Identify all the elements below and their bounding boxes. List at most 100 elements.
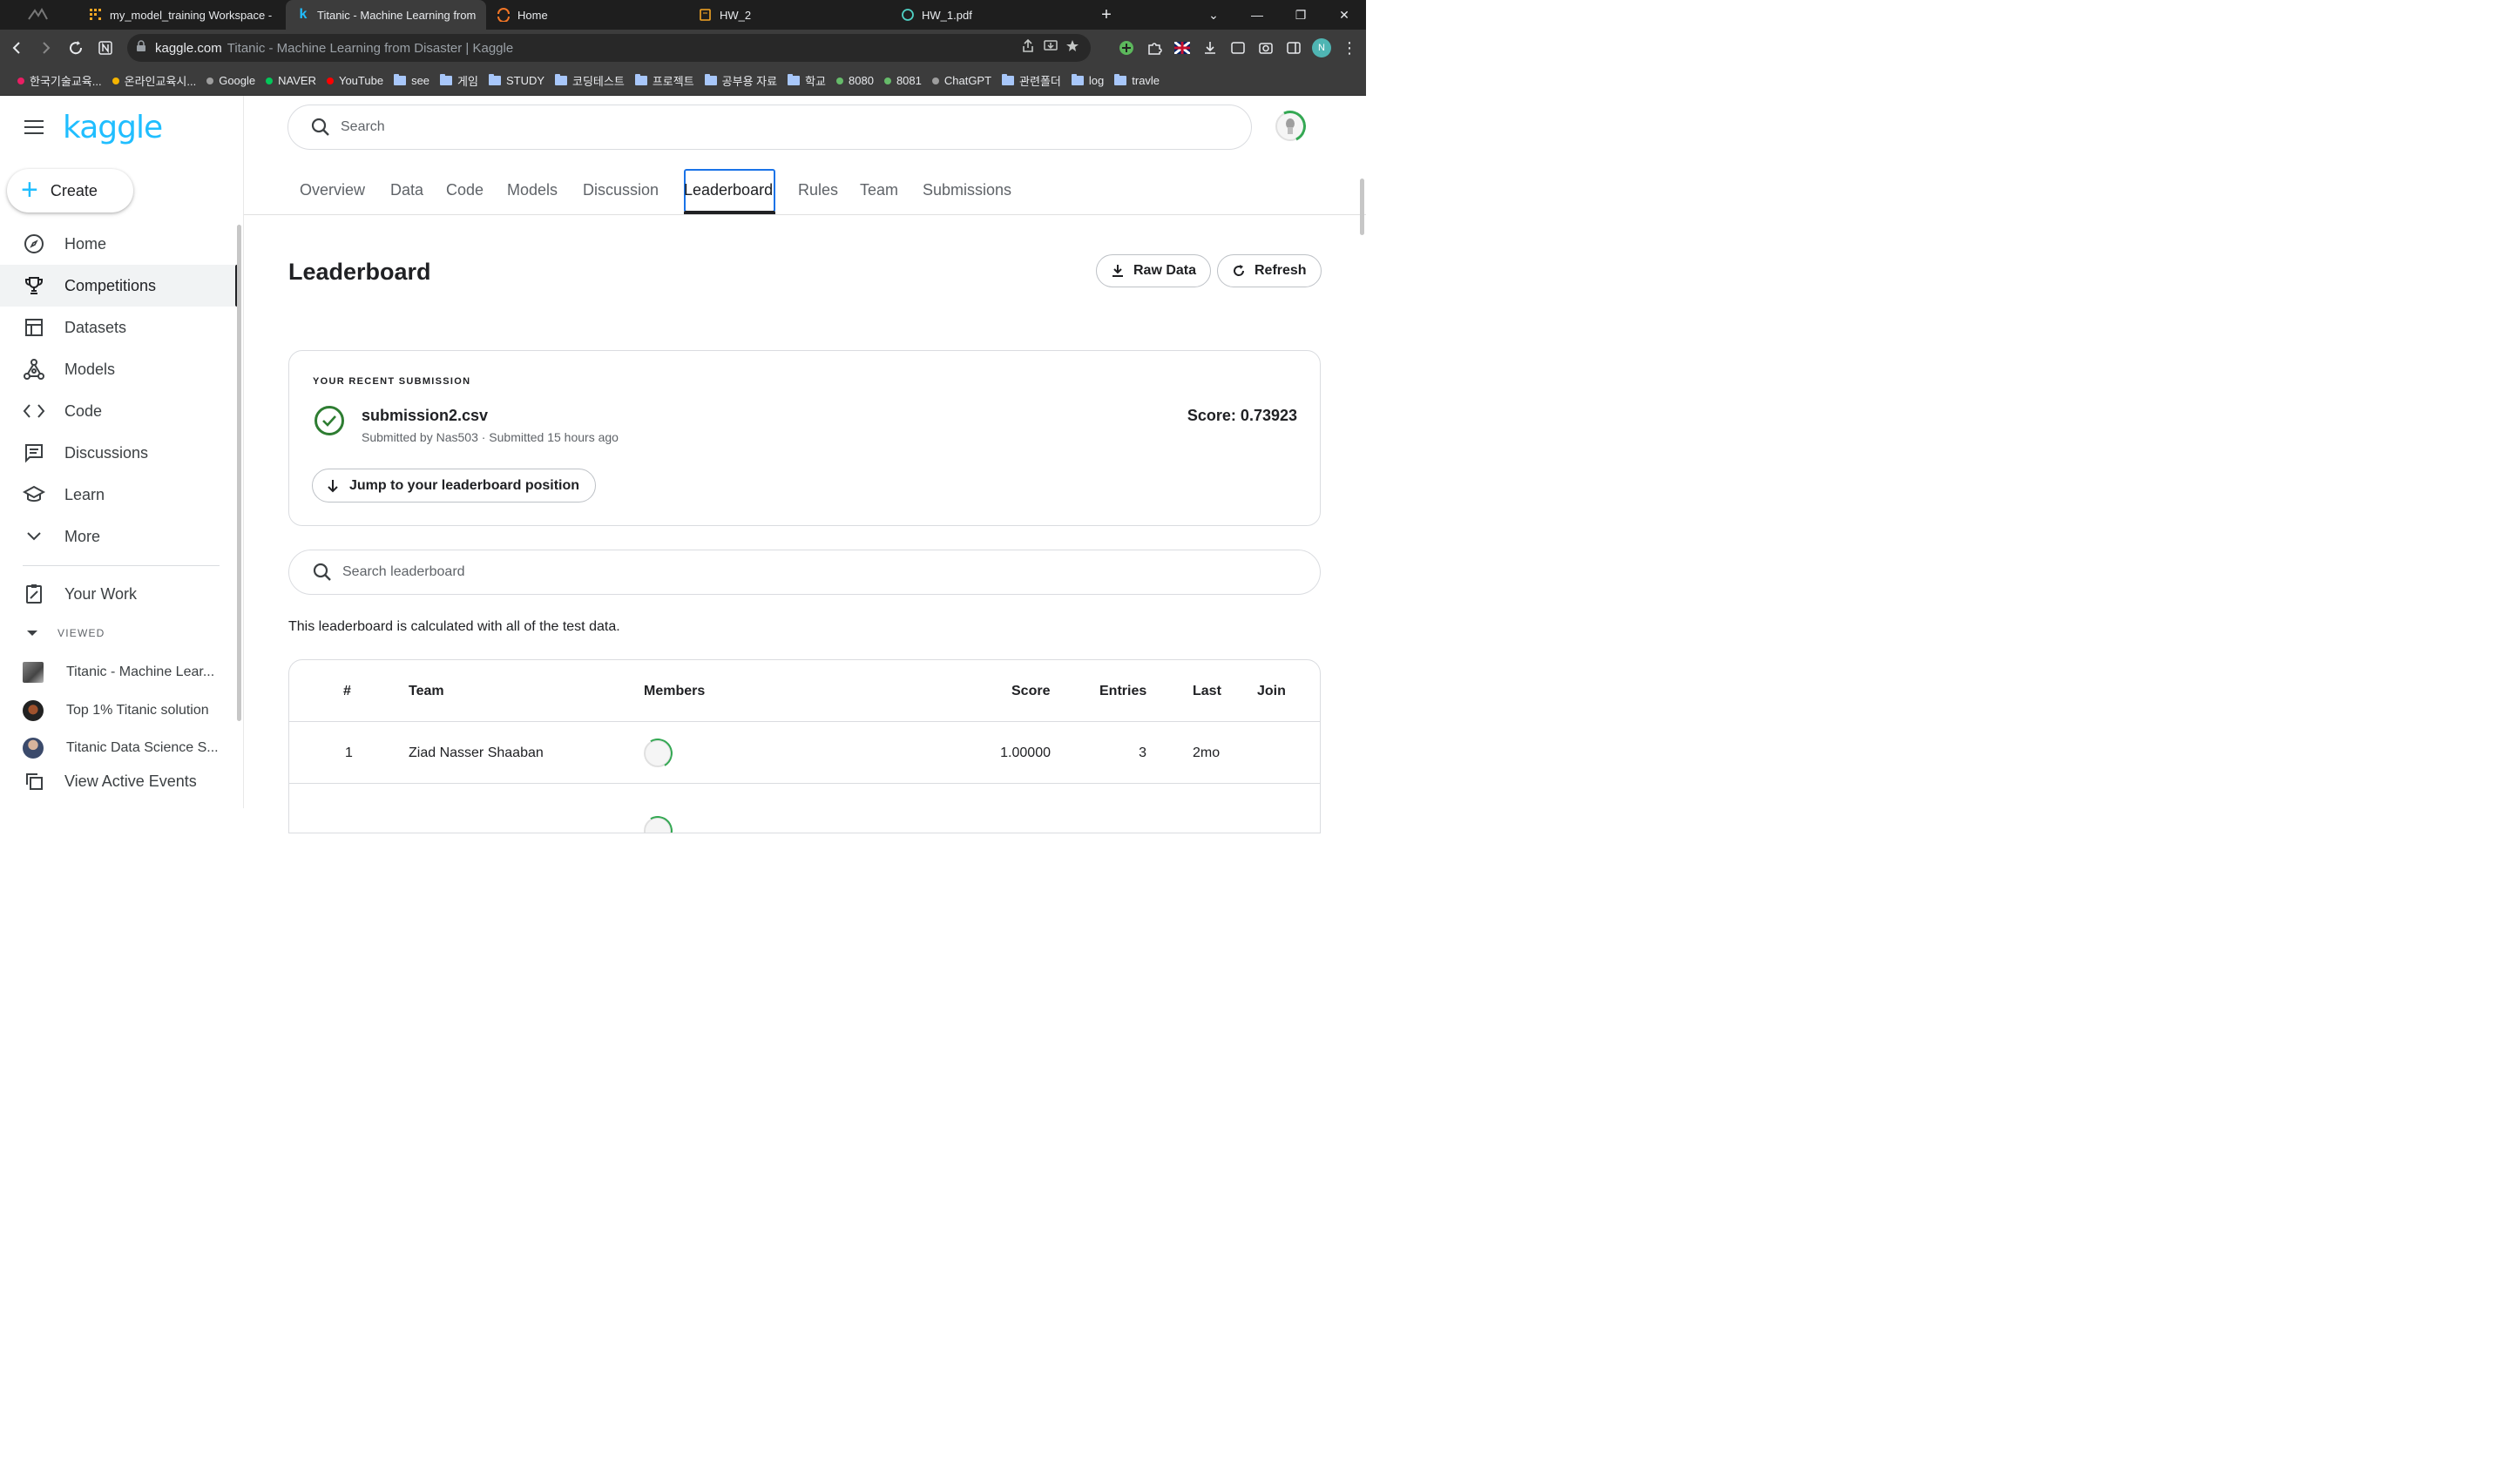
bookmark-item[interactable]: NAVER: [266, 74, 316, 87]
sidebar-scrollbar[interactable]: [237, 225, 241, 721]
tab-data[interactable]: Data: [390, 181, 423, 199]
sidebar-item-home[interactable]: Home: [0, 223, 239, 265]
bookmark-star-icon[interactable]: [1066, 39, 1082, 57]
site-search-input[interactable]: Search: [287, 105, 1252, 150]
sidebar-item-discussions[interactable]: Discussions: [0, 432, 239, 474]
tab-rules[interactable]: Rules: [798, 181, 838, 199]
header-last[interactable]: Last: [1193, 660, 1221, 722]
profile-avatar[interactable]: N: [1310, 37, 1333, 59]
header-entries[interactable]: Entries: [1099, 660, 1146, 722]
bookmark-item[interactable]: 한국기술교육...: [17, 72, 102, 89]
viewed-item-top1[interactable]: Top 1% Titanic solution: [23, 698, 240, 724]
bookmark-item[interactable]: travle: [1114, 74, 1160, 87]
screenshot-icon[interactable]: [1254, 37, 1277, 59]
share-icon[interactable]: [1021, 38, 1035, 57]
member-avatar[interactable]: [644, 816, 672, 833]
bookmark-item[interactable]: see: [394, 74, 429, 87]
green-plus-extension-icon[interactable]: [1115, 37, 1138, 59]
bookmark-item[interactable]: 관련폴더: [1002, 72, 1061, 89]
tab-discussion[interactable]: Discussion: [583, 181, 659, 199]
site-info-icon[interactable]: [136, 39, 146, 57]
hamburger-menu-icon[interactable]: [24, 120, 44, 134]
table-row[interactable]: 1 Ziad Nasser Shaaban 1.00000 3 2mo: [289, 722, 1320, 784]
notion-icon[interactable]: [91, 33, 120, 63]
close-window-icon[interactable]: ✕: [1322, 0, 1366, 30]
tab-titanic[interactable]: k Titanic - Machine Learning from: [286, 0, 486, 30]
member-avatar[interactable]: [644, 739, 672, 767]
bookmark-item[interactable]: log: [1071, 74, 1105, 87]
new-tab-button[interactable]: +: [1092, 5, 1120, 25]
tab-leaderboard[interactable]: Leaderboard: [684, 181, 773, 199]
viewed-section-header[interactable]: VIEWED: [26, 627, 105, 639]
install-icon[interactable]: [1044, 39, 1058, 57]
sidebar-item-models[interactable]: Models: [0, 348, 239, 390]
tab-hw1-pdf[interactable]: HW_1.pdf: [890, 0, 1092, 30]
bookmark-label: log: [1088, 74, 1105, 87]
browser-menu-icon[interactable]: ⋮: [1338, 37, 1361, 59]
tab-home[interactable]: Home: [486, 0, 688, 30]
side-panel-icon[interactable]: [1282, 37, 1305, 59]
sidebar-item-learn[interactable]: Learn: [0, 474, 239, 516]
tab-search-icon[interactable]: ⌄: [1192, 0, 1235, 30]
sidebar-item-more[interactable]: More: [0, 516, 239, 557]
bookmark-item[interactable]: 8081: [883, 74, 922, 87]
jump-to-position-button[interactable]: Jump to your leaderboard position: [312, 469, 597, 503]
reload-icon[interactable]: [61, 33, 91, 63]
tab-code[interactable]: Code: [446, 181, 484, 199]
bookmark-item[interactable]: Google: [206, 74, 255, 87]
bookmark-item[interactable]: 학교: [788, 72, 826, 89]
user-avatar[interactable]: [1275, 111, 1305, 141]
bookmark-item[interactable]: 온라인교육시...: [112, 72, 196, 89]
bookmark-item[interactable]: 공부용 자료: [704, 72, 777, 89]
bookmark-item[interactable]: 프로젝트: [634, 72, 694, 89]
bookmark-item[interactable]: ChatGPT: [931, 74, 991, 87]
tab-overview[interactable]: Overview: [300, 181, 365, 199]
create-button[interactable]: + Create: [7, 169, 133, 212]
minimize-icon[interactable]: —: [1235, 0, 1279, 30]
view-active-events[interactable]: View Active Events: [0, 760, 239, 802]
extensions-puzzle-icon[interactable]: [1143, 37, 1166, 59]
page-scrollbar[interactable]: [1360, 179, 1364, 235]
tab-title: HW_1.pdf: [922, 8, 972, 22]
back-icon[interactable]: [2, 33, 31, 63]
row-team[interactable]: Ziad Nasser Shaaban: [409, 722, 544, 784]
table-row[interactable]: [289, 784, 1320, 833]
address-bar[interactable]: kaggle.com Titanic - Machine Learning fr…: [127, 34, 1091, 62]
bookmark-label: YouTube: [338, 74, 384, 87]
bookmark-item[interactable]: 코딩테스트: [555, 72, 625, 89]
bookmark-item[interactable]: YouTube: [326, 74, 384, 87]
screen-capture-icon[interactable]: [1227, 37, 1249, 59]
sidebar-item-datasets[interactable]: Datasets: [0, 307, 239, 348]
bookmark-item[interactable]: 게임: [440, 72, 478, 89]
tab-hw2[interactable]: HW_2: [688, 0, 890, 30]
tab-workspace[interactable]: my_model_training Workspace -: [78, 0, 286, 30]
tab-submissions[interactable]: Submissions: [923, 181, 1011, 199]
tab-models[interactable]: Models: [507, 181, 558, 199]
bookmark-item[interactable]: 8080: [836, 74, 874, 87]
refresh-icon: [1234, 265, 1245, 276]
header-team[interactable]: Team: [409, 660, 444, 722]
restore-icon[interactable]: ❐: [1279, 0, 1322, 30]
sidebar-item-your-work[interactable]: Your Work: [0, 573, 239, 615]
language-flag-icon[interactable]: [1171, 37, 1194, 59]
forward-icon[interactable]: [31, 33, 61, 63]
bookmark-label: 학교: [805, 75, 827, 88]
bookmark-item[interactable]: STUDY: [488, 74, 544, 87]
sidebar-item-competitions[interactable]: Competitions: [0, 265, 239, 307]
arrow-down-icon: [328, 479, 338, 492]
sidebar-item-code[interactable]: Code: [0, 390, 239, 432]
bookmark-label: 게임: [457, 75, 478, 88]
refresh-button[interactable]: Refresh: [1217, 254, 1322, 287]
folder-icon: [1071, 74, 1084, 85]
viewed-item-data-science[interactable]: Titanic Data Science S...: [23, 735, 240, 761]
header-rank[interactable]: #: [343, 660, 351, 722]
header-score[interactable]: Score: [1011, 660, 1050, 722]
tab-team[interactable]: Team: [860, 181, 898, 199]
kaggle-logo[interactable]: kaggle: [63, 110, 163, 145]
downloads-icon[interactable]: [1199, 37, 1221, 59]
favicon-icon: [17, 77, 24, 84]
leaderboard-search-input[interactable]: Search leaderboard: [288, 550, 1321, 595]
tab-title: Titanic - Machine Learning from: [317, 8, 476, 22]
viewed-item-titanic[interactable]: Titanic - Machine Lear...: [23, 659, 240, 685]
raw-data-button[interactable]: Raw Data: [1096, 254, 1212, 287]
